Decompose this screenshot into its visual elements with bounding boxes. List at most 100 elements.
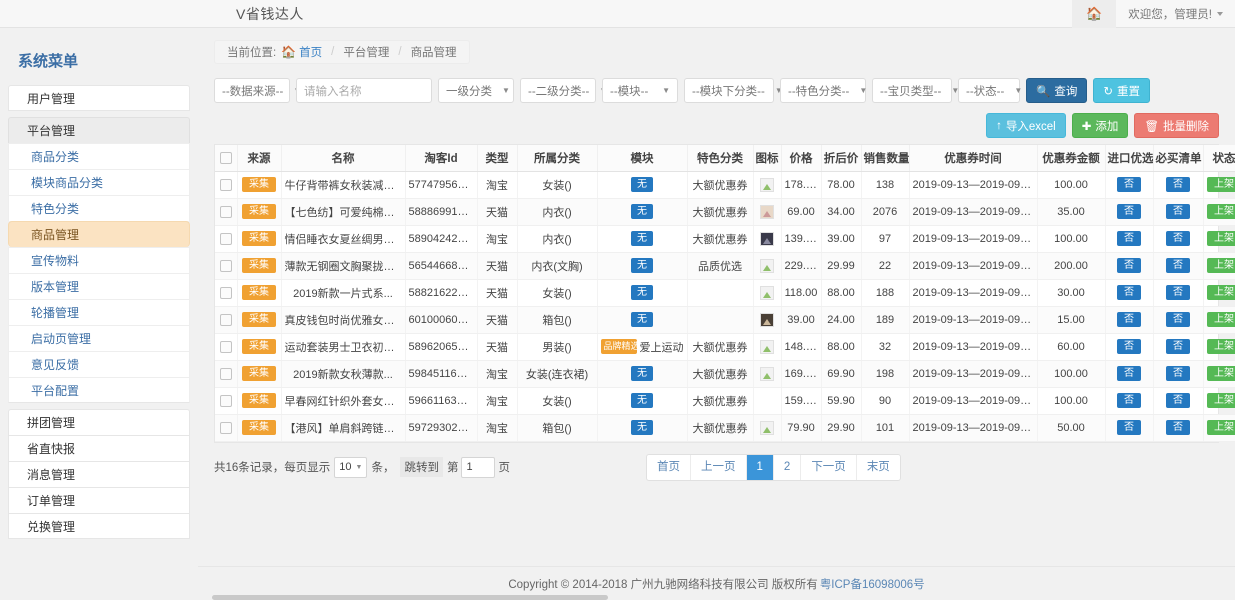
status-badge[interactable]: 上架 [1207,231,1235,246]
sidebar-item-exchange-management[interactable]: 兑换管理 [8,513,190,539]
sidebar-item-message-management[interactable]: 消息管理 [8,461,190,487]
status-badge[interactable]: 上架 [1207,204,1235,219]
page-size-select[interactable]: 10 ▼ [334,457,367,478]
row-checkbox[interactable] [220,287,232,299]
row-checkbox[interactable] [220,314,232,326]
horizontal-scrollbar[interactable] [212,595,608,600]
sidebar-item-platform-config[interactable]: 平台配置 [8,377,190,403]
table-row: 采集情侣睡衣女夏丝绸男士...589042420344淘宝内衣()无大额优惠券1… [215,225,1235,252]
must-buy-toggle[interactable]: 否 [1166,177,1190,192]
sidebar-item-version-management[interactable]: 版本管理 [8,273,190,299]
icp-link[interactable]: 粤ICP备16098006号 [820,576,925,592]
row-checkbox[interactable] [220,233,232,245]
breadcrumb-item-platform[interactable]: 平台管理 [343,44,389,60]
home-icon[interactable]: 🏠 [1072,0,1115,28]
must-buy-toggle[interactable]: 否 [1166,393,1190,408]
import-toggle[interactable]: 否 [1117,366,1141,381]
status-badge[interactable]: 上架 [1207,366,1235,381]
breadcrumb-link-home[interactable]: 首页 [299,44,322,60]
status-badge[interactable]: 上架 [1207,393,1235,408]
select-all-checkbox[interactable] [220,152,232,164]
import-toggle[interactable]: 否 [1117,204,1141,219]
category2-select[interactable]: --二级分类-- ▼ [520,78,596,103]
batch-delete-button[interactable]: 🗑 批量删除 [1134,113,1219,138]
status-select[interactable]: --状态-- ▼ [958,78,1020,103]
sidebar-item-order-management[interactable]: 订单管理 [8,487,190,513]
table-row: 采集薄款无钢圈文胸聚拢性...565446685867天猫内衣(文胸)无品质优选… [215,252,1235,279]
import-toggle[interactable]: 否 [1117,339,1141,354]
page-first[interactable]: 首页 [647,455,691,480]
module-sub-select[interactable]: --模块下分类-- ▼ [684,78,774,103]
cell-import-select: 否 [1105,360,1153,387]
table-body: 采集牛仔背带裤女秋装减龄...577479560965淘宝女装()无大额优惠券1… [215,171,1235,441]
cell-feature: 大额优惠券 [687,360,753,387]
sidebar-item-module-product-category[interactable]: 模块商品分类 [8,169,190,195]
page-next[interactable]: 下一页 [801,455,857,480]
sidebar-item-promo-material[interactable]: 宣传物料 [8,247,190,273]
page-last[interactable]: 末页 [857,455,900,480]
sidebar-item-feedback[interactable]: 意见反馈 [8,351,190,377]
page-prev[interactable]: 上一页 [691,455,747,480]
name-input[interactable]: 请输入名称 [296,78,432,103]
must-buy-toggle[interactable]: 否 [1166,231,1190,246]
must-buy-toggle[interactable]: 否 [1166,420,1190,435]
row-checkbox[interactable] [220,206,232,218]
must-buy-toggle[interactable]: 否 [1166,312,1190,327]
search-button[interactable]: 🔍 查询 [1026,78,1087,103]
must-buy-toggle[interactable]: 否 [1166,258,1190,273]
must-buy-toggle[interactable]: 否 [1166,366,1190,381]
sidebar-item-product-category[interactable]: 商品分类 [8,143,190,169]
import-excel-button[interactable]: ↑ 导入excel [986,113,1066,138]
import-toggle[interactable]: 否 [1117,285,1141,300]
page-1[interactable]: 1 [747,455,774,480]
sidebar-item-feature-category[interactable]: 特色分类 [8,195,190,221]
status-badge[interactable]: 上架 [1207,339,1235,354]
cell-category: 女装() [517,279,597,306]
reset-button[interactable]: ↻ 重置 [1093,78,1150,103]
sidebar-item-province-news[interactable]: 省直快报 [8,435,190,461]
row-checkbox[interactable] [220,368,232,380]
cell-status: 上架 [1203,171,1235,198]
add-button[interactable]: ✚ 添加 [1072,113,1129,138]
feature-select-value: --特色分类-- [788,83,849,99]
must-buy-toggle[interactable]: 否 [1166,285,1190,300]
status-badge[interactable]: 上架 [1207,258,1235,273]
category1-select[interactable]: 一级分类 ▼ [438,78,514,103]
module-badge: 无 [631,258,653,273]
import-toggle[interactable]: 否 [1117,420,1141,435]
th-feature: 特色分类 [687,145,753,171]
sidebar-item-platform-management[interactable]: 平台管理 [8,117,190,143]
status-badge[interactable]: 上架 [1207,177,1235,192]
table-row: 采集真皮钱包时尚优雅女士...601000601341天猫箱包()无39.002… [215,306,1235,333]
sidebar-item-group-buy[interactable]: 拼团管理 [8,409,190,435]
module-select[interactable]: --模块-- ▼ [602,78,678,103]
row-checkbox[interactable] [220,341,232,353]
row-checkbox[interactable] [220,395,232,407]
jump-page-input[interactable]: 1 [461,457,495,478]
row-checkbox[interactable] [220,260,232,272]
table-header-row: 来源 名称 淘客Id 类型 所属分类 模块 特色分类 图标 价格 折后价 销售数… [215,145,1235,171]
status-badge[interactable]: 上架 [1207,420,1235,435]
row-checkbox[interactable] [220,422,232,434]
feature-select[interactable]: --特色分类-- ▼ [780,78,866,103]
import-toggle[interactable]: 否 [1117,312,1141,327]
user-menu[interactable]: 欢迎您，管理员! [1115,0,1235,28]
status-badge[interactable]: 上架 [1207,285,1235,300]
sidebar-item-splash-management[interactable]: 启动页管理 [8,325,190,351]
sidebar-item-carousel-management[interactable]: 轮播管理 [8,299,190,325]
must-buy-toggle[interactable]: 否 [1166,204,1190,219]
source-select[interactable]: --数据来源-- ▼ [214,78,290,103]
must-buy-toggle[interactable]: 否 [1166,339,1190,354]
page-2[interactable]: 2 [774,455,801,480]
import-toggle[interactable]: 否 [1117,393,1141,408]
item-type-select[interactable]: --宝贝类型-- ▼ [872,78,952,103]
sidebar-item-user-management[interactable]: 用户管理 [8,85,190,111]
import-toggle[interactable]: 否 [1117,258,1141,273]
module-badge: 无 [631,312,653,327]
status-badge[interactable]: 上架 [1207,312,1235,327]
sidebar-item-product-management[interactable]: 商品管理 [8,221,190,247]
import-toggle[interactable]: 否 [1117,231,1141,246]
row-checkbox[interactable] [220,179,232,191]
import-toggle[interactable]: 否 [1117,177,1141,192]
table-row: 采集【七色纺】可爱纯棉家...588869917501天猫内衣()无大额优惠券6… [215,198,1235,225]
